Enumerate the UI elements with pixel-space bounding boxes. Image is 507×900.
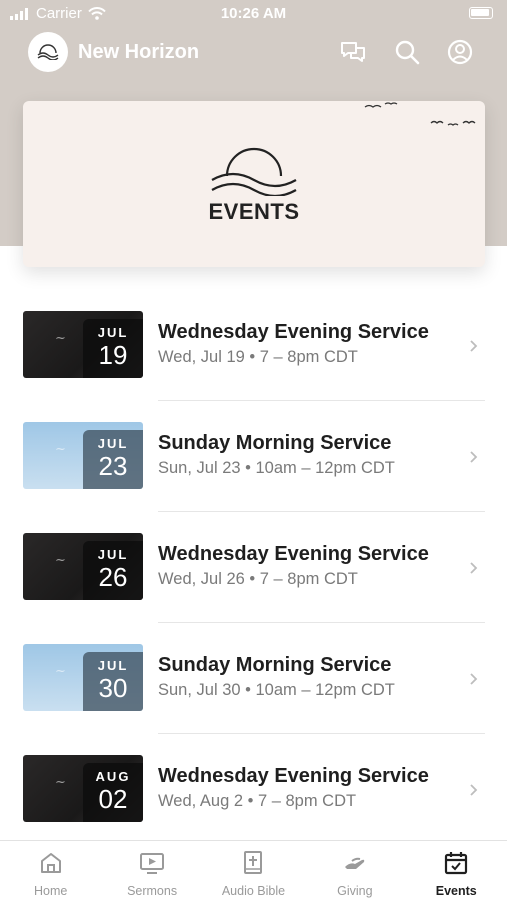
- thumbnail-art: ~: [55, 553, 66, 568]
- home-icon: [40, 853, 61, 873]
- event-row[interactable]: ~ JUL 23 Sunday Morning Service Sun, Jul…: [0, 401, 507, 512]
- event-row[interactable]: ~ JUL 30 Sunday Morning Service Sun, Jul…: [0, 623, 507, 734]
- event-thumbnail: ~ AUG 02: [23, 755, 143, 822]
- tab-label: Sermons: [127, 884, 178, 898]
- event-datetime: Sun, Jul 30 • 10am – 12pm CDT: [158, 681, 395, 699]
- profile-icon[interactable]: [446, 38, 474, 66]
- battery-icon: [469, 7, 493, 19]
- thumbnail-art: ~: [55, 331, 66, 346]
- thumbnail-art: ~: [55, 442, 66, 457]
- event-row[interactable]: ~ JUL 19 Wednesday Evening Service Wed, …: [0, 290, 507, 401]
- event-row[interactable]: ~ AUG 02 Wednesday Evening Service Wed, …: [0, 734, 507, 845]
- tab-sermons[interactable]: Sermons: [101, 841, 202, 900]
- chat-icon[interactable]: [339, 38, 367, 66]
- date-day: 19: [98, 340, 128, 370]
- date-month: JUL: [97, 658, 129, 673]
- chevron-right-icon: [470, 451, 478, 463]
- tab-audio-bible[interactable]: Audio Bible: [203, 841, 304, 900]
- tab-home[interactable]: Home: [0, 841, 101, 900]
- chevron-right-icon: [470, 562, 478, 574]
- date-badge: JUL 26: [83, 541, 143, 600]
- event-datetime: Wed, Jul 26 • 7 – 8pm CDT: [158, 570, 358, 588]
- tab-label: Audio Bible: [221, 884, 286, 898]
- event-title: Wednesday Evening Service: [158, 543, 429, 565]
- status-bar: Carrier 10:26 AM: [0, 0, 507, 28]
- date-badge: AUG 02: [83, 763, 143, 822]
- event-title: Sunday Morning Service: [158, 432, 392, 454]
- logo-icon: [37, 44, 59, 60]
- church-logo[interactable]: [28, 32, 68, 72]
- app-title: New Horizon: [78, 41, 200, 63]
- event-title: Wednesday Evening Service: [158, 765, 429, 787]
- event-datetime: Wed, Aug 2 • 7 – 8pm CDT: [158, 792, 357, 810]
- event-thumbnail: ~ JUL 30: [23, 644, 143, 711]
- chevron-right-icon: [470, 784, 478, 796]
- thumbnail-art: ~: [55, 775, 66, 790]
- date-day: 02: [98, 784, 128, 814]
- chevron-right-icon: [470, 673, 478, 685]
- event-thumbnail: ~ JUL 26: [23, 533, 143, 600]
- giving-icon: [344, 857, 365, 869]
- event-thumbnail: ~ JUL 23: [23, 422, 143, 489]
- date-day: 26: [98, 562, 128, 592]
- date-day: 30: [98, 673, 128, 703]
- date-month: JUL: [97, 547, 129, 562]
- tab-giving[interactable]: Giving: [304, 841, 405, 900]
- events-banner: EVENTS: [23, 101, 485, 267]
- date-badge: JUL 23: [83, 430, 143, 489]
- sermons-icon: [140, 853, 165, 874]
- tab-events[interactable]: Events: [406, 841, 507, 900]
- tab-label: Home: [34, 884, 68, 898]
- event-list: ~ JUL 19 Wednesday Evening Service Wed, …: [0, 290, 507, 845]
- event-datetime: Wed, Jul 19 • 7 – 8pm CDT: [158, 348, 358, 366]
- tab-bar: Home Sermons Audio Bible Giving Events: [0, 840, 507, 900]
- events-icon: [445, 852, 468, 875]
- search-icon[interactable]: [393, 38, 421, 66]
- date-month: JUL: [97, 436, 129, 451]
- date-badge: JUL 30: [83, 652, 143, 711]
- date-month: AUG: [95, 769, 131, 784]
- date-day: 23: [98, 451, 128, 481]
- bible-icon: [244, 851, 263, 874]
- banner-title: EVENTS: [208, 199, 300, 224]
- chevron-right-icon: [470, 340, 478, 352]
- date-badge: JUL 19: [83, 319, 143, 378]
- event-title: Sunday Morning Service: [158, 654, 392, 676]
- tab-label: Giving: [337, 884, 373, 898]
- event-title: Wednesday Evening Service: [158, 321, 429, 343]
- event-row[interactable]: ~ JUL 26 Wednesday Evening Service Wed, …: [0, 512, 507, 623]
- thumbnail-art: ~: [55, 664, 66, 679]
- app-header: New Horizon: [0, 30, 507, 76]
- birds-decoration: [364, 102, 476, 126]
- tab-label: Events: [435, 884, 477, 898]
- events-logo-icon: [211, 147, 297, 196]
- event-thumbnail: ~ JUL 19: [23, 311, 143, 378]
- date-month: JUL: [97, 325, 129, 340]
- event-datetime: Sun, Jul 23 • 10am – 12pm CDT: [158, 459, 395, 477]
- status-time: 10:26 AM: [220, 5, 287, 22]
